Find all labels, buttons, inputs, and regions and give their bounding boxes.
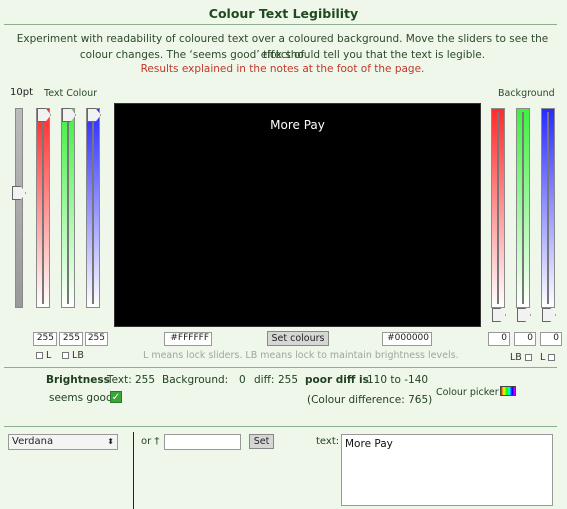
font-family-select[interactable]: Verdana ⬍ bbox=[8, 434, 118, 450]
intro-line-2: colour changes. The ‘seems good’ tick sh… bbox=[79, 49, 486, 61]
text-lock-lb[interactable]: LB bbox=[62, 350, 84, 361]
text-blue-rail bbox=[92, 112, 94, 304]
text-lock-lb-label: LB bbox=[72, 350, 84, 361]
font-divider bbox=[4, 426, 557, 427]
text-red-value[interactable]: 255 bbox=[33, 332, 57, 346]
lock-note: L means lock sliders. LB means lock to m… bbox=[143, 350, 459, 361]
text-green-value[interactable]: 255 bbox=[59, 332, 83, 346]
poor-diff-range: 110 to -140 bbox=[367, 374, 429, 386]
bg-red-value[interactable]: 0 bbox=[488, 332, 510, 346]
set-colours-button[interactable]: Set colours bbox=[267, 331, 329, 346]
stats-divider bbox=[4, 367, 557, 368]
bg-red-rail bbox=[497, 112, 499, 304]
colour-difference: (Colour difference: 765) bbox=[307, 394, 433, 406]
bg-lock-l-checkbox[interactable] bbox=[548, 354, 556, 361]
custom-font-input[interactable] bbox=[164, 434, 241, 450]
vertical-divider bbox=[133, 432, 134, 509]
bg-green-value[interactable]: 0 bbox=[514, 332, 536, 346]
bg-lock-lb[interactable]: LB bbox=[510, 352, 532, 363]
font-size-label: 10pt bbox=[10, 87, 33, 98]
select-arrows-icon: ⬍ bbox=[107, 437, 114, 446]
bg-lock-lb-label: LB bbox=[510, 352, 522, 363]
brightness-text-value: 255 bbox=[135, 374, 156, 386]
preview-text: More Pay bbox=[270, 118, 325, 132]
preview-text-input[interactable]: More Pay bbox=[341, 434, 553, 506]
text-label: text: bbox=[316, 436, 340, 447]
seems-good-label: seems good bbox=[49, 392, 113, 404]
page-title: Colour Text Legibility bbox=[208, 6, 359, 21]
bg-blue-thumb[interactable] bbox=[542, 308, 556, 322]
bg-green-rail bbox=[522, 112, 524, 304]
bg-blue-value[interactable]: 0 bbox=[540, 332, 562, 346]
or-label: or † bbox=[141, 436, 160, 447]
text-green-rail bbox=[67, 112, 69, 304]
background-label: Background bbox=[498, 88, 555, 99]
brightness-bg-label: Background: bbox=[162, 374, 229, 386]
bg-lock-l-label: L bbox=[540, 352, 546, 363]
title-divider bbox=[4, 24, 557, 25]
text-lock-l-checkbox[interactable] bbox=[36, 352, 43, 359]
font-size-slider[interactable] bbox=[15, 108, 23, 308]
font-size-slider-thumb[interactable] bbox=[12, 186, 26, 200]
text-lock-lb-checkbox[interactable] bbox=[62, 352, 69, 359]
text-lock-l[interactable]: L bbox=[36, 350, 51, 361]
bg-green-thumb[interactable] bbox=[517, 308, 531, 322]
poor-diff-label: poor diff is bbox=[305, 374, 369, 386]
text-hex-input[interactable]: #FFFFFF bbox=[164, 332, 212, 346]
colour-picker-link[interactable]: Colour picker bbox=[436, 387, 499, 398]
brightness-bg-value: 0 bbox=[239, 374, 246, 386]
bg-lock-l[interactable]: L bbox=[540, 352, 556, 363]
bg-hex-input[interactable]: #000000 bbox=[382, 332, 432, 346]
diff-label: diff: bbox=[254, 374, 275, 386]
brightness-text-label: Text: bbox=[107, 374, 132, 386]
bg-red-thumb[interactable] bbox=[492, 308, 506, 322]
preview-panel: More Pay bbox=[114, 103, 481, 327]
bg-blue-rail bbox=[547, 112, 549, 304]
palette-icon[interactable] bbox=[500, 386, 516, 396]
text-red-rail bbox=[42, 112, 44, 304]
text-blue-value[interactable]: 255 bbox=[85, 332, 108, 346]
bg-lock-lb-checkbox[interactable] bbox=[524, 354, 532, 361]
diff-value: 255 bbox=[278, 374, 299, 386]
font-family-selected: Verdana bbox=[12, 436, 54, 447]
notes-link[interactable]: Results explained in the notes at the fo… bbox=[10, 63, 555, 75]
text-lock-l-label: L bbox=[46, 350, 52, 361]
set-font-button[interactable]: Set bbox=[249, 434, 274, 449]
seems-good-check-icon: ✓ bbox=[110, 391, 122, 403]
text-colour-label: Text Colour bbox=[44, 88, 98, 99]
brightness-label: Brightness bbox=[46, 374, 110, 386]
